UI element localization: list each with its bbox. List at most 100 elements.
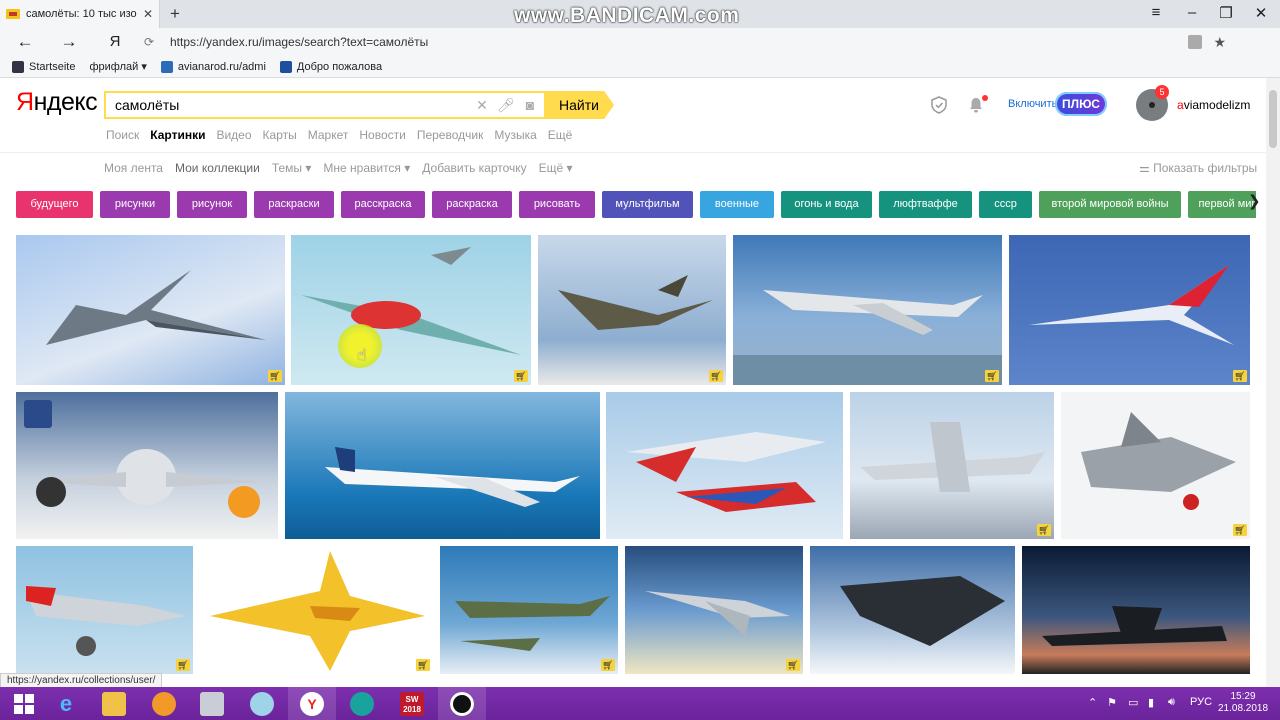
chip-budushchego[interactable]: будущего bbox=[16, 191, 93, 218]
chip-raskraski[interactable]: раскраски bbox=[254, 191, 334, 218]
url-field[interactable]: ⟳ https://yandex.ru/images/search?text=с… bbox=[144, 31, 1234, 53]
service-news[interactable]: Новости bbox=[359, 128, 405, 142]
my-feed-link[interactable]: Моя лента bbox=[104, 161, 163, 175]
tray-volume-icon[interactable]: 🔊︎ bbox=[1168, 696, 1175, 709]
plus-button[interactable]: ПЛЮС bbox=[1055, 92, 1107, 116]
close-window-icon[interactable]: ✕ bbox=[1251, 4, 1271, 22]
show-filters-button[interactable]: ⚌ Показать фильтры bbox=[1139, 161, 1257, 175]
chevron-right-icon[interactable]: ❯ bbox=[1248, 192, 1261, 210]
shopping-cart-icon[interactable]: 🛒︎ bbox=[416, 659, 430, 671]
shopping-cart-icon[interactable]: 🛒︎ bbox=[786, 659, 800, 671]
taskbar-paint[interactable] bbox=[238, 687, 286, 720]
yandex-home-button[interactable]: Я bbox=[104, 31, 126, 53]
taskbar-app[interactable] bbox=[338, 687, 386, 720]
forward-arrow-icon[interactable]: → bbox=[58, 31, 80, 53]
more-dropdown[interactable]: Ещё ▾ bbox=[539, 161, 573, 175]
shopping-cart-icon[interactable]: 🛒︎ bbox=[985, 370, 999, 382]
liked-dropdown[interactable]: Мне нравится ▾ bbox=[323, 161, 410, 175]
tray-flag-icon[interactable]: ⚑ bbox=[1107, 696, 1117, 709]
image-result[interactable]: 🛒︎ bbox=[200, 546, 433, 674]
shield-icon[interactable] bbox=[930, 96, 948, 114]
shopping-cart-icon[interactable]: 🛒︎ bbox=[268, 370, 282, 382]
shopping-cart-icon[interactable]: 🛒︎ bbox=[514, 370, 528, 382]
service-maps[interactable]: Карты bbox=[263, 128, 297, 142]
image-result[interactable] bbox=[606, 392, 843, 539]
taskbar-calculator[interactable] bbox=[188, 687, 236, 720]
refresh-icon[interactable]: ⟳ bbox=[144, 35, 162, 49]
taskbar-bandicam[interactable] bbox=[438, 687, 486, 720]
scrollbar-thumb[interactable] bbox=[1269, 90, 1277, 148]
chip-raskraska[interactable]: раскраска bbox=[432, 191, 512, 218]
protect-icon[interactable] bbox=[1188, 35, 1202, 49]
taskbar-clock[interactable]: 15:29 21.08.2018 bbox=[1218, 691, 1268, 715]
shopping-cart-icon[interactable]: 🛒︎ bbox=[176, 659, 190, 671]
yandex-logo[interactable]: Яндекс bbox=[16, 88, 98, 117]
new-tab-icon[interactable]: + bbox=[166, 4, 184, 24]
image-result[interactable]: 🛒︎ bbox=[625, 546, 803, 674]
image-result[interactable] bbox=[285, 392, 600, 539]
tray-screen-icon[interactable]: ▭ bbox=[1128, 696, 1138, 709]
restore-icon[interactable]: ❐ bbox=[1216, 4, 1236, 22]
image-result[interactable]: 🛒︎ bbox=[16, 235, 285, 385]
bookmark-frifly[interactable]: фрифлай ▾ bbox=[89, 60, 146, 73]
service-translate[interactable]: Переводчик bbox=[417, 128, 484, 142]
chip-risunok[interactable]: рисунок bbox=[177, 191, 247, 218]
search-box[interactable]: самолёты ✕ 🎤︎ ◙ bbox=[104, 91, 544, 119]
tab-close-icon[interactable]: ✕ bbox=[143, 7, 153, 21]
menu-icon[interactable]: ≡ bbox=[1146, 4, 1166, 21]
image-result[interactable]: 🛒︎ bbox=[440, 546, 618, 674]
chip-wwi[interactable]: первой мир bbox=[1188, 191, 1256, 218]
image-result[interactable]: 🛒︎ bbox=[733, 235, 1002, 385]
service-search[interactable]: Поиск bbox=[106, 128, 139, 142]
image-result[interactable]: 🛒︎ bbox=[16, 546, 193, 674]
minimize-icon[interactable]: – bbox=[1182, 4, 1202, 21]
bookmark-startseite[interactable]: Startseite bbox=[12, 60, 75, 73]
username-link[interactable]: aviamodelizm bbox=[1177, 98, 1250, 112]
image-result[interactable]: 🛒︎ bbox=[538, 235, 726, 385]
back-arrow-icon[interactable]: ← bbox=[14, 31, 36, 53]
microphone-icon[interactable]: 🎤︎ bbox=[496, 97, 516, 114]
taskbar-headphones[interactable] bbox=[140, 687, 188, 720]
shopping-cart-icon[interactable]: 🛒︎ bbox=[709, 370, 723, 382]
image-result[interactable]: 🛒︎ bbox=[1061, 392, 1250, 539]
image-result[interactable] bbox=[1022, 546, 1250, 674]
image-result[interactable] bbox=[16, 392, 278, 539]
shopping-cart-icon[interactable]: 🛒︎ bbox=[601, 659, 615, 671]
image-result[interactable]: 🛒︎ bbox=[850, 392, 1054, 539]
image-result[interactable] bbox=[810, 546, 1015, 674]
find-button[interactable]: Найти bbox=[544, 91, 614, 119]
service-music[interactable]: Музыка bbox=[494, 128, 536, 142]
enable-plus-link[interactable]: Включить bbox=[1008, 98, 1057, 110]
service-more[interactable]: Ещё bbox=[548, 128, 573, 142]
start-button[interactable] bbox=[0, 687, 48, 720]
chip-sssr[interactable]: ссср bbox=[979, 191, 1032, 218]
taskbar-solidworks[interactable]: SW 2018 bbox=[388, 687, 436, 720]
shopping-cart-icon[interactable]: 🛒︎ bbox=[1037, 524, 1051, 536]
shopping-cart-icon[interactable]: 🛒︎ bbox=[1233, 524, 1247, 536]
language-indicator[interactable]: РУС bbox=[1190, 696, 1212, 708]
browser-tab[interactable]: самолёты: 10 тыс изобр ✕ bbox=[0, 0, 160, 28]
service-images[interactable]: Картинки bbox=[150, 128, 205, 142]
bookmark-avianarod[interactable]: avianarod.ru/admi bbox=[160, 60, 266, 73]
chip-risunki[interactable]: рисунки bbox=[100, 191, 170, 218]
service-video[interactable]: Видео bbox=[216, 128, 251, 142]
bookmark-star-icon[interactable]: ★ bbox=[1213, 34, 1226, 51]
search-input[interactable]: самолёты bbox=[115, 97, 472, 113]
chip-wwii[interactable]: второй мировой войны bbox=[1039, 191, 1181, 218]
tray-chevron-icon[interactable]: ⌃ bbox=[1088, 696, 1097, 709]
chip-rasskraska[interactable]: расскраска bbox=[341, 191, 425, 218]
tray-network-icon[interactable]: ▮ bbox=[1148, 696, 1154, 709]
my-collections-link[interactable]: Мои коллекции bbox=[175, 161, 260, 175]
service-market[interactable]: Маркет bbox=[308, 128, 349, 142]
image-result[interactable]: 🛒︎ bbox=[1009, 235, 1250, 385]
topics-dropdown[interactable]: Темы ▾ bbox=[272, 161, 312, 175]
taskbar-yandex-browser[interactable]: Y bbox=[288, 687, 336, 720]
taskbar-explorer[interactable] bbox=[90, 687, 138, 720]
bookmark-welcome[interactable]: Добро пожалова bbox=[279, 60, 382, 73]
chip-voennye[interactable]: военные bbox=[700, 191, 774, 218]
image-result[interactable]: 🛒︎ bbox=[291, 235, 531, 385]
chip-risovat[interactable]: рисовать bbox=[519, 191, 595, 218]
add-card-link[interactable]: Добавить карточку bbox=[422, 161, 526, 175]
chip-multfilm[interactable]: мультфильм bbox=[602, 191, 693, 218]
camera-search-icon[interactable]: ◙ bbox=[520, 97, 540, 113]
